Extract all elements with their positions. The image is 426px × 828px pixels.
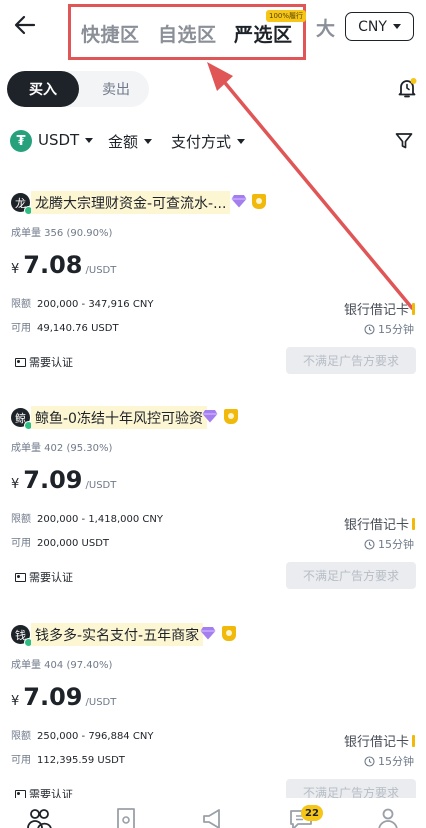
- verify-label: 需要认证: [29, 571, 73, 584]
- merchant-name[interactable]: 龙腾大宗理财资金-可查流水-...: [31, 191, 231, 214]
- price: 7.09: [23, 466, 83, 494]
- notification-bell-icon[interactable]: [395, 76, 419, 100]
- verification-required: 需要认证: [15, 354, 73, 370]
- payment-filter-label: 支付方式: [171, 133, 232, 151]
- limit-row: 限额 200,000 - 1,418,000 CNY: [11, 510, 163, 525]
- available-label: 可用: [11, 323, 31, 334]
- requirement-not-met-button[interactable]: 不满足广告方要求: [286, 562, 416, 589]
- clock-icon: [364, 538, 375, 550]
- limit-value: 200,000 - 347,916 CNY: [37, 299, 154, 310]
- price-row: ¥7.09/USDT: [11, 466, 116, 494]
- order-count: 成单量 402 (95.30%): [11, 443, 113, 454]
- coin-filter-label: USDT: [38, 131, 80, 149]
- ad-card[interactable]: 鲸 鲸鱼-0冻结十年风控可验资 成单量 402 (95.30%) ¥7.09/U…: [0, 406, 426, 623]
- available-row: 可用 49,140.76 USDT: [11, 319, 119, 334]
- payment-method: 银行借记卡: [344, 518, 410, 533]
- ad-card[interactable]: 龙 龙腾大宗理财资金-可查流水-... 成单量 356 (90.90%) ¥7.…: [0, 191, 426, 408]
- available-label: 可用: [11, 538, 31, 549]
- diamond-icon: [231, 195, 247, 208]
- order-count: 成单量 404 (97.40%): [11, 660, 113, 671]
- limit-value: 200,000 - 1,418,000 CNY: [37, 514, 163, 525]
- messages-badge: 22: [301, 805, 323, 821]
- verified-shield-icon: [252, 194, 266, 209]
- usdt-coin-icon: ₮: [10, 130, 32, 152]
- verified-shield-icon: [222, 626, 236, 641]
- verify-label: 需要认证: [29, 356, 73, 369]
- available-label: 可用: [11, 755, 31, 766]
- price-row: ¥7.08/USDT: [11, 251, 116, 279]
- order-count: 成单量 356 (90.90%): [11, 228, 113, 239]
- clock-icon: [364, 323, 375, 335]
- limit-label: 限额: [11, 514, 31, 525]
- id-card-icon: [15, 572, 26, 582]
- price-row: ¥7.09/USDT: [11, 683, 116, 711]
- buy-sell-toggle: 买入 卖出: [7, 71, 149, 107]
- buy-tab[interactable]: 买入: [7, 71, 79, 107]
- id-card-icon: [15, 357, 26, 367]
- available-value: 112,395.59 USDT: [37, 755, 125, 766]
- price-unit: /USDT: [85, 265, 117, 276]
- amount-filter[interactable]: 金额: [108, 131, 153, 152]
- chevron-down-icon: [237, 139, 246, 144]
- chevron-down-icon: [144, 139, 153, 144]
- available-row: 可用 200,000 USDT: [11, 534, 109, 549]
- p2p-users-icon[interactable]: [26, 806, 52, 828]
- payment-time-label: 15分钟: [378, 538, 414, 551]
- currency-symbol: ¥: [11, 477, 20, 492]
- available-value: 200,000 USDT: [37, 538, 110, 549]
- profile-icon[interactable]: [375, 806, 401, 828]
- payment-method: 银行借记卡: [344, 735, 410, 750]
- requirement-not-met-button[interactable]: 不满足广告方要求: [286, 347, 416, 374]
- payment-time-label: 15分钟: [378, 755, 414, 768]
- diamond-icon: [202, 410, 218, 423]
- payment-method: 银行借记卡: [344, 303, 410, 318]
- payment-time: 15分钟: [364, 536, 414, 552]
- payment-time: 15分钟: [364, 321, 414, 337]
- currency-symbol: ¥: [11, 694, 20, 709]
- limit-label: 限额: [11, 731, 31, 742]
- payment-color-bar: [412, 303, 415, 315]
- orders-icon[interactable]: [113, 806, 139, 828]
- price-unit: /USDT: [85, 480, 117, 491]
- price-unit: /USDT: [85, 697, 117, 708]
- payment-color-bar: [412, 518, 415, 530]
- limit-row: 限额 200,000 - 347,916 CNY: [11, 295, 153, 310]
- megaphone-icon[interactable]: [200, 806, 226, 828]
- currency-symbol: ¥: [11, 262, 20, 277]
- chevron-down-icon: [85, 137, 94, 143]
- available-value: 49,140.76 USDT: [37, 323, 119, 334]
- payment-color-bar: [412, 735, 415, 747]
- avatar: 龙: [11, 193, 33, 215]
- bottom-nav: [0, 798, 426, 828]
- payment-time-label: 15分钟: [378, 323, 414, 336]
- clock-icon: [364, 755, 375, 767]
- payment-filter[interactable]: 支付方式: [171, 131, 246, 152]
- payment-time: 15分钟: [364, 753, 414, 769]
- filter-bar: ₮ USDT 金额 支付方式: [10, 128, 420, 156]
- limit-row: 限额 250,000 - 796,884 CNY: [11, 727, 153, 742]
- verification-required: 需要认证: [15, 569, 73, 585]
- funnel-filter-icon[interactable]: [394, 131, 414, 151]
- verified-shield-icon: [224, 409, 238, 424]
- limit-value: 250,000 - 796,884 CNY: [37, 731, 154, 742]
- limit-label: 限额: [11, 299, 31, 310]
- coin-filter[interactable]: USDT: [38, 131, 94, 149]
- available-row: 可用 112,395.59 USDT: [11, 751, 125, 766]
- amount-filter-label: 金额: [108, 133, 139, 151]
- avatar: 鲸: [11, 408, 33, 430]
- price: 7.08: [23, 251, 83, 279]
- merchant-name[interactable]: 钱多多-实名支付-五年商家: [31, 623, 204, 646]
- sell-tab[interactable]: 卖出: [83, 71, 149, 107]
- price: 7.09: [23, 683, 83, 711]
- merchant-name[interactable]: 鲸鱼-0冻结十年风控可验资: [31, 406, 207, 429]
- diamond-icon: [200, 627, 216, 640]
- avatar: 钱: [11, 625, 33, 647]
